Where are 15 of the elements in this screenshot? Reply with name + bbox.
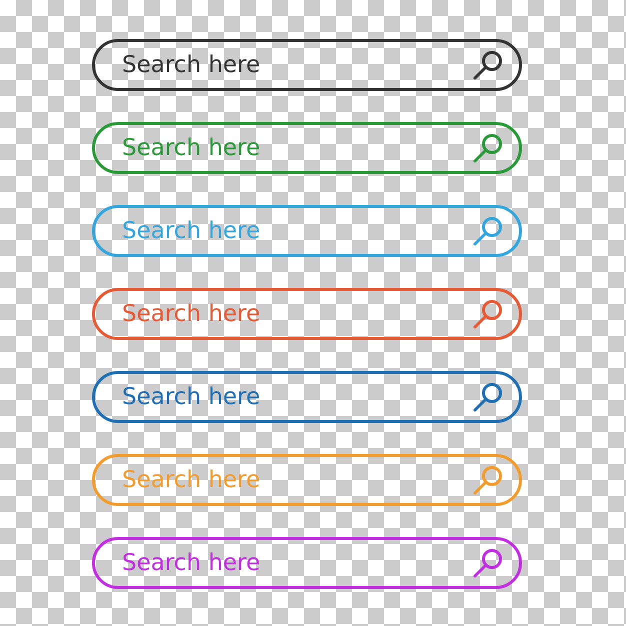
search-bar[interactable]: Search here xyxy=(92,205,522,257)
search-input[interactable]: Search here xyxy=(122,130,471,166)
search-input[interactable]: Search here xyxy=(122,296,471,332)
search-bar[interactable]: Search here xyxy=(92,288,522,340)
search-icon[interactable] xyxy=(471,48,505,82)
search-bar[interactable]: Search here xyxy=(92,371,522,423)
search-input[interactable]: Search here xyxy=(122,48,471,82)
search-bar[interactable]: Search here xyxy=(92,454,522,506)
search-input[interactable]: Search here xyxy=(122,546,471,580)
search-bar[interactable]: Search here xyxy=(92,39,522,91)
search-input[interactable]: Search here xyxy=(122,462,471,498)
search-bar[interactable]: Search here xyxy=(92,537,522,589)
search-input[interactable]: Search here xyxy=(122,214,471,248)
search-bar[interactable]: Search here xyxy=(92,122,522,174)
search-input[interactable]: Search here xyxy=(122,380,471,414)
